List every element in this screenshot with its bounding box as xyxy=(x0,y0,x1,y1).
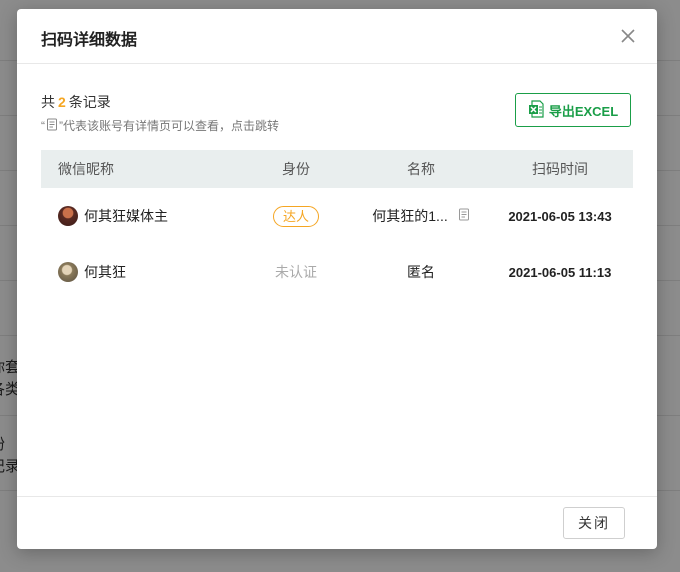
excel-icon xyxy=(528,99,544,121)
document-icon[interactable] xyxy=(458,208,470,224)
table-row: 何其狂媒体主 达人 何其狂的1... 2021-06-05 13:43 xyxy=(41,188,633,244)
hint-open-quote: “ xyxy=(41,118,45,133)
nickname-text: 何其狂 xyxy=(84,264,126,280)
export-excel-button[interactable]: 导出EXCEL xyxy=(515,93,631,127)
identity-cell: 达人 xyxy=(237,205,355,227)
identity-text: 未认证 xyxy=(275,264,317,280)
dialog-title: 扫码详细数据 xyxy=(41,32,138,49)
table-header: 微信昵称 身份 名称 扫码时间 xyxy=(41,150,633,188)
nickname-cell: 何其狂 xyxy=(41,262,237,282)
scan-time-cell: 2021-06-05 11:13 xyxy=(508,264,612,280)
avatar xyxy=(58,262,78,282)
detail-hint: “ ”代表该账号有详情页可以查看，点击跳转 xyxy=(41,117,279,134)
nickname-text: 何其狂媒体主 xyxy=(84,208,168,224)
table-row: 何其狂 未认证 匿名 2021-06-05 11:13 xyxy=(41,244,633,300)
record-count: 2 xyxy=(58,94,66,110)
name-cell: 匿名 xyxy=(355,262,487,282)
summary-prefix: 共 xyxy=(41,94,55,110)
scan-records-table: 微信昵称 身份 名称 扫码时间 何其狂媒体主 达人 何其狂的1... 2021-… xyxy=(41,150,633,300)
export-excel-label: 导出EXCEL xyxy=(548,103,619,119)
identity-badge: 达人 xyxy=(272,205,319,227)
avatar xyxy=(58,206,78,226)
dialog-header: 扫码详细数据 xyxy=(17,9,657,64)
header-scan-time: 扫码时间 xyxy=(532,161,588,177)
header-identity: 身份 xyxy=(282,161,310,177)
name-cell: 何其狂的1... xyxy=(355,206,487,226)
identity-cell: 未认证 xyxy=(237,262,355,282)
name-text: 匿名 xyxy=(407,264,435,280)
close-icon[interactable] xyxy=(619,27,637,45)
header-nickname: 微信昵称 xyxy=(58,161,114,177)
dialog-footer: 关闭 xyxy=(17,496,657,549)
scan-details-dialog: 扫码详细数据 共 2 条记录 “ ”代表该账号有详情页可以查看，点击跳转 导出E… xyxy=(17,9,657,549)
summary-suffix: 条记录 xyxy=(68,94,111,110)
header-name: 名称 xyxy=(407,161,435,177)
hint-text: ”代表该账号有详情页可以查看，点击跳转 xyxy=(59,119,279,133)
record-summary: 共 2 条记录 xyxy=(41,92,111,112)
name-text[interactable]: 何其狂的1... xyxy=(372,206,447,226)
nickname-cell: 何其狂媒体主 xyxy=(41,206,237,226)
document-icon xyxy=(46,118,58,134)
scan-time-cell: 2021-06-05 13:43 xyxy=(508,208,612,224)
close-button[interactable]: 关闭 xyxy=(563,507,625,539)
